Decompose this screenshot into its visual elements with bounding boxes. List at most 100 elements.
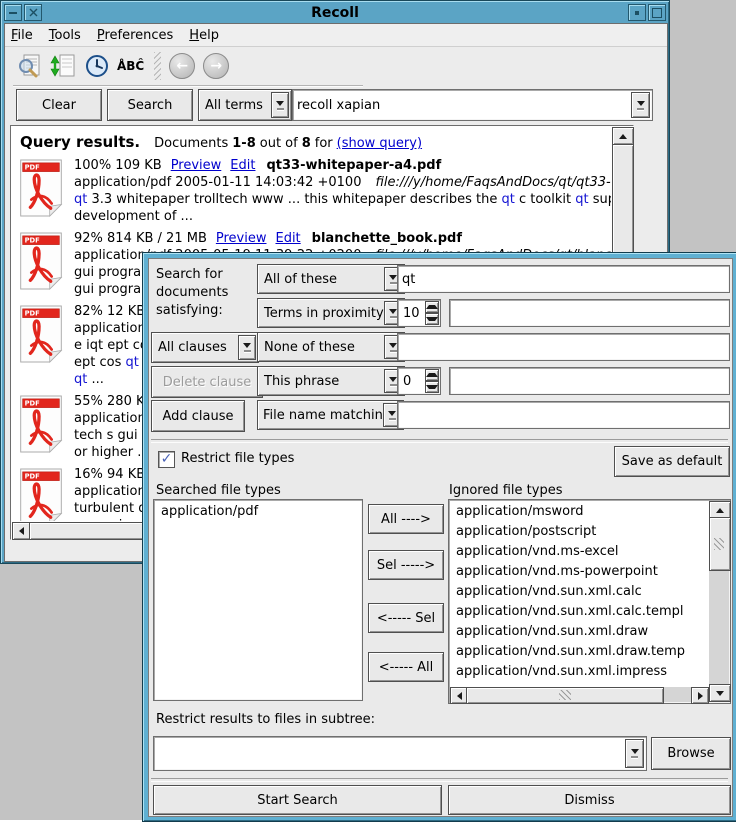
subtree-combobox[interactable] bbox=[153, 736, 647, 771]
move-selected-right-button[interactable]: Sel -----> bbox=[368, 550, 444, 580]
window-close-button[interactable] bbox=[24, 4, 42, 21]
list-item[interactable]: application/msword bbox=[451, 502, 708, 522]
delete-clause-button[interactable]: Delete clause bbox=[151, 366, 263, 398]
clause-type-combobox-5[interactable]: File name matching bbox=[257, 400, 404, 430]
clause-type-combobox-2[interactable]: Terms in proximity bbox=[257, 298, 405, 328]
arrow-up-icon bbox=[426, 305, 438, 309]
ignored-file-types-list[interactable]: application/msword application/postscrip… bbox=[448, 499, 731, 704]
query-combobox[interactable] bbox=[292, 89, 653, 121]
list-hscrollbar[interactable] bbox=[450, 687, 709, 702]
show-query-link[interactable]: (show query) bbox=[337, 136, 422, 151]
clause-type-combobox-4[interactable]: This phrase bbox=[257, 366, 405, 396]
subtree-input[interactable] bbox=[154, 737, 646, 770]
clause-type-combobox-3[interactable]: None of these bbox=[257, 332, 405, 362]
clause-type-combobox-1[interactable]: All of these bbox=[257, 264, 405, 294]
result-snippet: development of ... bbox=[74, 208, 611, 225]
pdf-icon: PDF bbox=[18, 468, 64, 521]
clause-value-field-4[interactable] bbox=[449, 367, 730, 395]
combo-arrow-button[interactable] bbox=[238, 335, 256, 360]
browse-button[interactable]: Browse bbox=[651, 737, 731, 770]
spin-up-button[interactable] bbox=[425, 369, 439, 381]
clear-button[interactable]: Clear bbox=[16, 89, 102, 121]
menu-preferences[interactable]: Preferences bbox=[97, 28, 173, 43]
proximity-slack-spinbox[interactable] bbox=[397, 299, 441, 327]
clause-input-3[interactable] bbox=[398, 334, 729, 360]
search-mode-combobox[interactable]: All terms bbox=[198, 89, 292, 121]
query-input[interactable] bbox=[293, 90, 652, 120]
move-all-left-button[interactable]: <----- All bbox=[368, 652, 444, 682]
list-item[interactable]: application/vnd.ms-powerpoint bbox=[451, 562, 708, 582]
scroll-right-button[interactable] bbox=[691, 687, 709, 704]
clause-input-1[interactable] bbox=[398, 266, 729, 292]
svg-text:PDF: PDF bbox=[25, 473, 41, 481]
clause-value-field-2[interactable] bbox=[449, 299, 730, 327]
list-item[interactable]: application/vnd.sun.xml.impress bbox=[451, 662, 708, 682]
move-all-right-button[interactable]: All ----> bbox=[368, 504, 444, 534]
clause-input-5[interactable] bbox=[398, 402, 729, 428]
move-selected-left-button[interactable]: <----- Sel bbox=[368, 603, 444, 633]
spin-up-button[interactable] bbox=[425, 301, 439, 313]
start-search-button[interactable]: Start Search bbox=[153, 785, 442, 815]
arrow-left-icon bbox=[457, 692, 462, 700]
back-button[interactable]: ← bbox=[169, 53, 195, 79]
combo-arrow-button[interactable] bbox=[625, 739, 644, 768]
list-item[interactable]: application/vnd.sun.xml.calc.templ bbox=[451, 602, 708, 622]
list-item[interactable]: application/vnd.sun.xml.draw bbox=[451, 622, 708, 642]
search-mode-value: All terms bbox=[205, 98, 263, 113]
scroll-thumb[interactable] bbox=[709, 517, 731, 571]
add-clause-button[interactable]: Add clause bbox=[151, 400, 245, 432]
term-explorer-button[interactable]: ÅBĈ bbox=[117, 59, 144, 73]
window-maximize-button[interactable] bbox=[648, 4, 666, 21]
minimize-icon bbox=[9, 12, 17, 14]
sort-parameters-button[interactable] bbox=[49, 52, 77, 80]
list-item[interactable]: application/postscript bbox=[451, 522, 708, 542]
query-combo-arrow-button[interactable] bbox=[631, 92, 650, 118]
clause-value-field-5[interactable] bbox=[397, 401, 730, 429]
phrase-slack-spinbox[interactable] bbox=[397, 367, 441, 395]
save-as-default-button[interactable]: Save as default bbox=[614, 446, 730, 477]
result-mime-date: application/pdf 2005-01-11 14:03:42 +010… bbox=[74, 175, 361, 190]
spin-down-button[interactable] bbox=[425, 313, 439, 325]
scroll-down-button[interactable] bbox=[709, 684, 731, 702]
scroll-up-button[interactable] bbox=[612, 127, 634, 145]
menu-tools[interactable]: Tools bbox=[49, 28, 81, 43]
searched-file-types-list[interactable]: application/pdf bbox=[153, 499, 363, 701]
preview-document-button[interactable] bbox=[15, 52, 43, 80]
window-iconify-button[interactable] bbox=[628, 4, 646, 21]
arrow-left-icon bbox=[19, 527, 24, 535]
pdf-icon: PDF bbox=[18, 159, 64, 217]
list-item[interactable]: application/vnd.sun.xml.draw.temp bbox=[451, 642, 708, 662]
restrict-file-types-checkbox[interactable]: ✓ bbox=[158, 451, 175, 468]
edit-link[interactable]: Edit bbox=[230, 158, 255, 173]
clause-input-2[interactable] bbox=[450, 300, 729, 326]
conjunction-combobox[interactable]: All clauses bbox=[151, 332, 259, 363]
window-minimize-button[interactable] bbox=[4, 4, 22, 21]
list-item[interactable]: application/vnd.sun.xml.calc bbox=[451, 582, 708, 602]
search-button[interactable]: Search bbox=[107, 89, 193, 121]
clause-value-field-3[interactable] bbox=[397, 333, 730, 361]
forward-button[interactable]: → bbox=[203, 53, 229, 79]
titlebar[interactable]: Recoll bbox=[3, 3, 667, 22]
spin-down-button[interactable] bbox=[425, 381, 439, 393]
edit-link[interactable]: Edit bbox=[275, 231, 300, 246]
preview-link[interactable]: Preview bbox=[216, 231, 267, 246]
history-button[interactable] bbox=[83, 52, 111, 80]
separator bbox=[151, 778, 728, 782]
menu-help[interactable]: Help bbox=[189, 28, 219, 43]
list-item[interactable]: application/pdf bbox=[156, 502, 360, 522]
arrow-down-icon bbox=[426, 385, 438, 389]
clause-value-field-1[interactable] bbox=[397, 265, 730, 293]
scroll-thumb[interactable] bbox=[466, 687, 664, 704]
subtree-label: Restrict results to files in subtree: bbox=[156, 712, 375, 727]
combo-arrow-button[interactable] bbox=[271, 92, 289, 118]
arrow-down-icon bbox=[716, 691, 724, 696]
dismiss-button[interactable]: Dismiss bbox=[448, 785, 731, 815]
clause-input-4[interactable] bbox=[450, 368, 729, 394]
results-header: Query results.Documents1-8out of8for(sho… bbox=[20, 132, 611, 151]
pdf-icon: PDF bbox=[18, 305, 64, 363]
list-vscrollbar[interactable] bbox=[709, 501, 729, 702]
menu-file[interactable]: File bbox=[11, 28, 33, 43]
list-item[interactable]: application/vnd.ms-excel bbox=[451, 542, 708, 562]
preview-link[interactable]: Preview bbox=[171, 158, 222, 173]
maximize-icon bbox=[652, 8, 662, 18]
